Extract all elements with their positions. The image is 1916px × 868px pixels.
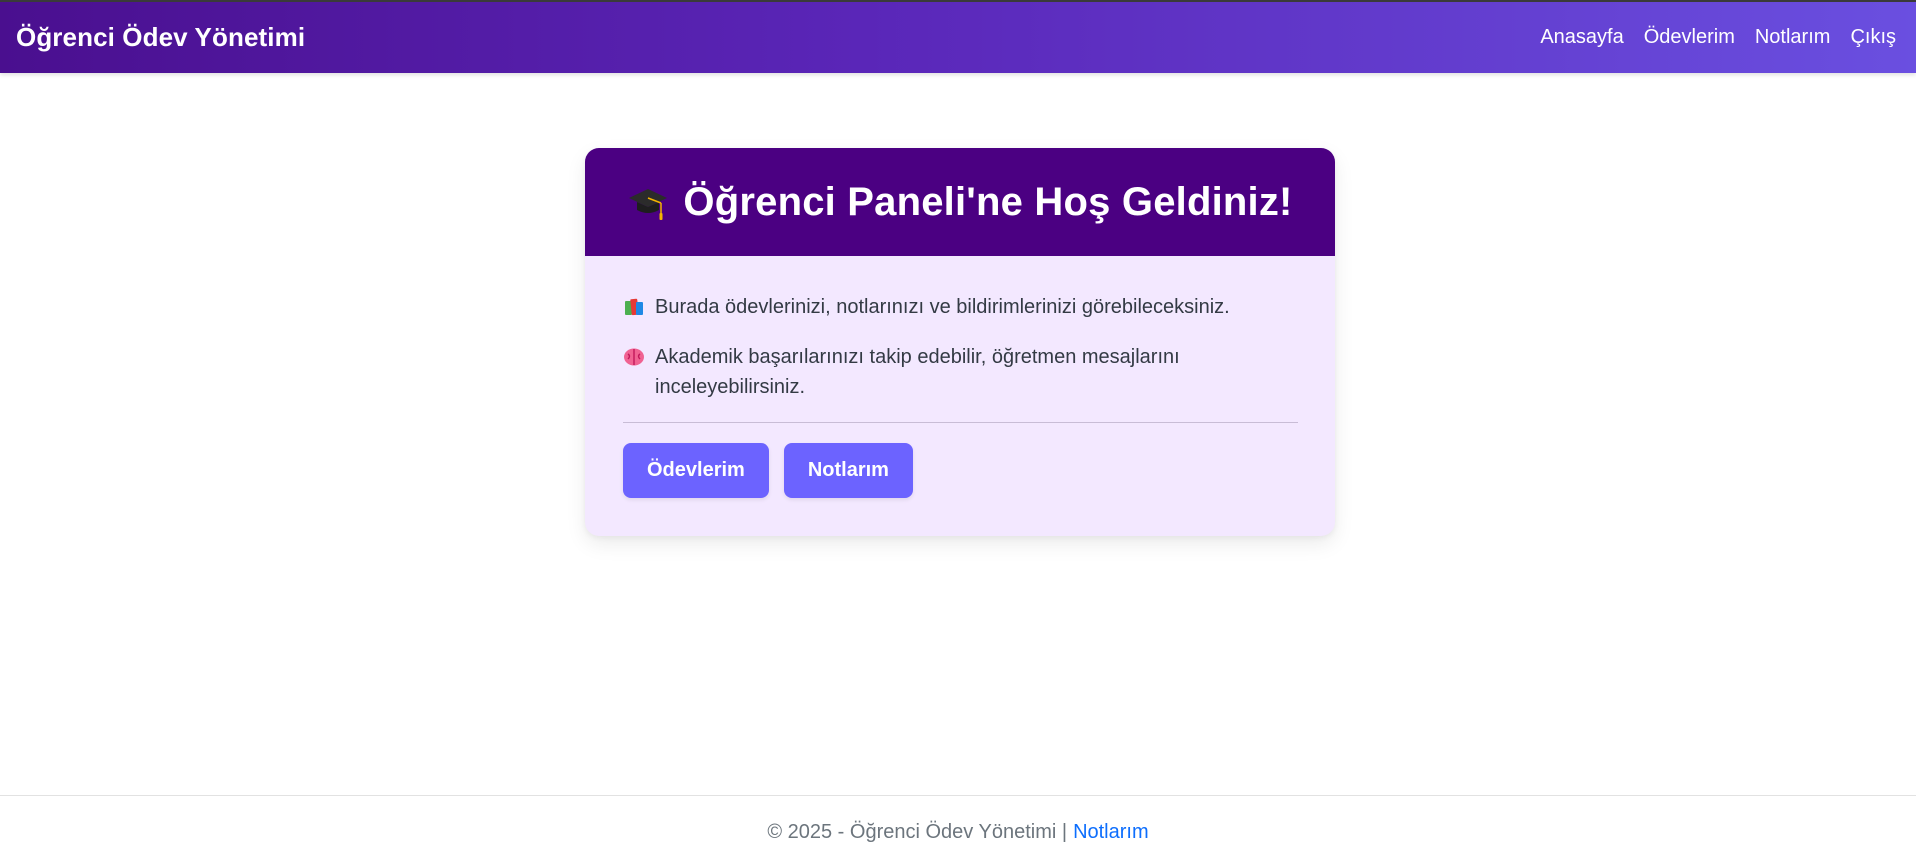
- top-navbar: Öğrenci Ödev Yönetimi Anasayfa Ödevlerim…: [0, 0, 1916, 73]
- welcome-title: Öğrenci Paneli'ne Hoş Geldiniz!: [683, 179, 1293, 224]
- action-buttons: Ödevlerim Notlarım: [623, 443, 1297, 498]
- books-icon: [625, 298, 643, 316]
- info-text-1: Burada ödevlerinizi, notlarınızı ve bild…: [655, 296, 1230, 318]
- nav-link-grades[interactable]: Notlarım: [1755, 26, 1831, 49]
- footer-grades-link[interactable]: Notlarım: [1073, 821, 1149, 844]
- brain-icon: [624, 348, 644, 366]
- nav-links: Anasayfa Ödevlerim Notlarım Çıkış: [1540, 26, 1896, 49]
- page: Öğrenci Ödev Yönetimi Anasayfa Ödevlerim…: [0, 0, 1916, 868]
- nav-link-assignments[interactable]: Ödevlerim: [1644, 26, 1735, 49]
- info-line-2: Akademik başarılarınızı takip edebilir, …: [623, 342, 1297, 402]
- brand-link[interactable]: Öğrenci Ödev Yönetimi: [16, 22, 305, 53]
- grades-button[interactable]: Notlarım: [783, 443, 913, 498]
- footer-copyright: © 2025 - Öğrenci Ödev Yönetimi |: [767, 820, 1068, 843]
- nav-link-logout[interactable]: Çıkış: [1850, 26, 1896, 49]
- welcome-card-body: Burada ödevlerinizi, notlarınızı ve bild…: [585, 256, 1335, 498]
- graduation-cap-icon: [629, 189, 668, 220]
- welcome-card-header: Öğrenci Paneli'ne Hoş Geldiniz!: [585, 148, 1335, 256]
- nav-link-home[interactable]: Anasayfa: [1540, 26, 1623, 49]
- welcome-card: Öğrenci Paneli'ne Hoş Geldiniz! Burada ö…: [585, 148, 1335, 536]
- footer: © 2025 - Öğrenci Ödev Yönetimi | Notları…: [0, 795, 1916, 868]
- info-text-2: Akademik başarılarınızı takip edebilir, …: [655, 346, 1180, 398]
- divider: [623, 422, 1298, 423]
- info-line-1: Burada ödevlerinizi, notlarınızı ve bild…: [623, 292, 1297, 322]
- assignments-button[interactable]: Ödevlerim: [623, 443, 769, 498]
